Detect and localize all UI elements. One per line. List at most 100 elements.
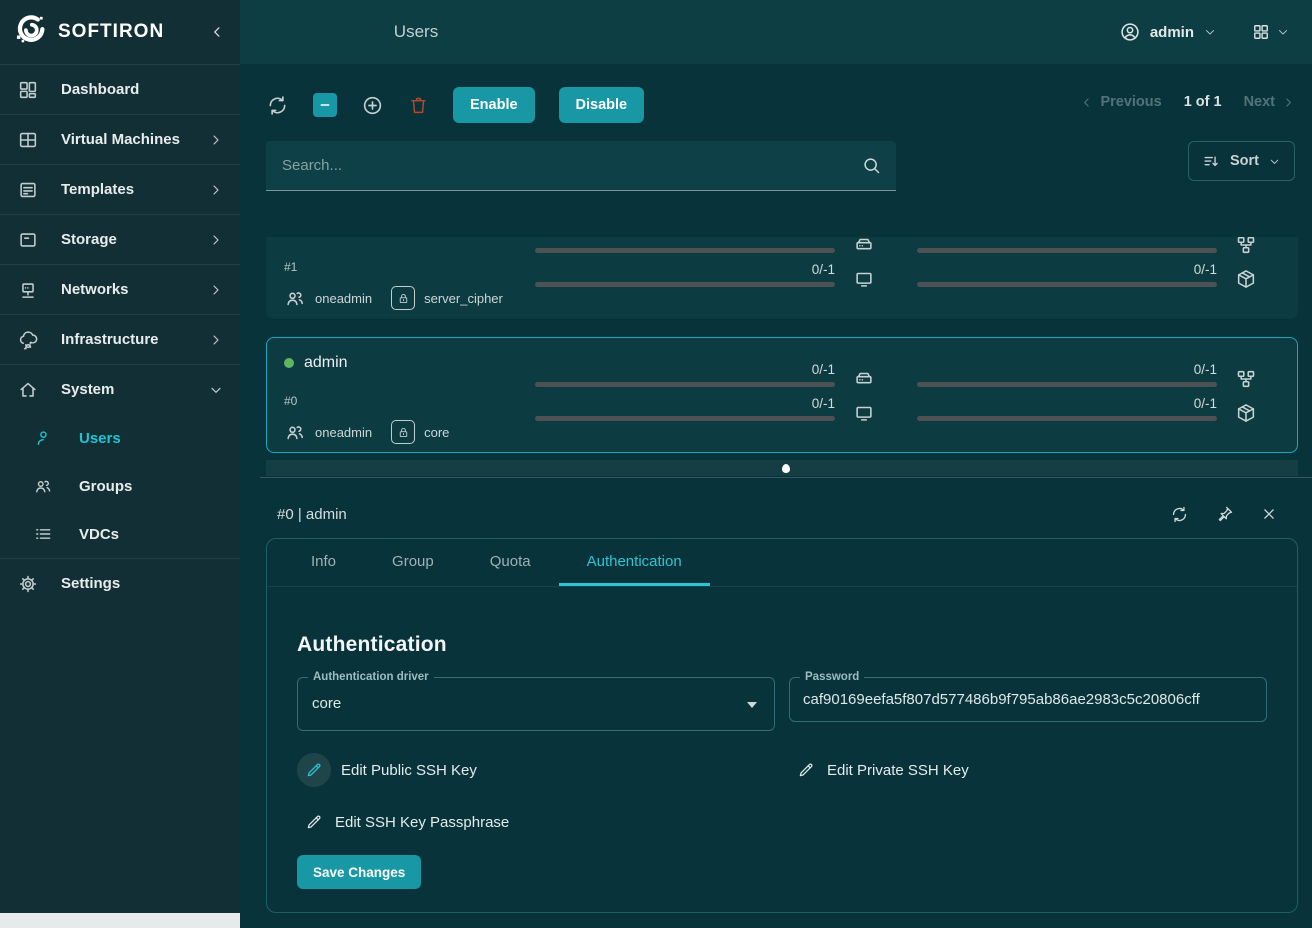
toolbar: Enable Disable — [266, 87, 644, 123]
sidebar-item-vdcs[interactable]: VDCs — [0, 510, 240, 558]
window-bottom-strip — [0, 913, 240, 928]
quota-bar — [535, 416, 835, 421]
networks-icon — [17, 279, 39, 301]
sidebar-item-label: VDCs — [79, 526, 224, 543]
sidebar-collapse-icon[interactable] — [208, 23, 226, 41]
sidebar-item-label: System — [61, 381, 208, 398]
chevron-down-icon — [1268, 155, 1281, 168]
sort-button[interactable]: Sort — [1188, 141, 1295, 181]
sidebar-item-storage[interactable]: Storage — [0, 215, 240, 264]
sidebar-item-users[interactable]: Users — [0, 414, 240, 462]
deselect-all-checkbox[interactable] — [313, 93, 337, 117]
lock-icon — [391, 286, 415, 310]
vm-monitor-icon — [853, 402, 875, 424]
edit-ssh-key-passphrase-label: Edit SSH Key Passphrase — [335, 814, 509, 831]
user-name: admin — [304, 354, 348, 372]
carousel-scrollbar-track[interactable] — [266, 460, 1298, 476]
tab-authentication[interactable]: Authentication — [559, 539, 710, 586]
search-input[interactable] — [266, 157, 861, 174]
previous-page-button[interactable]: Previous — [1079, 94, 1161, 110]
quota-value: 0/-1 — [917, 262, 1217, 278]
delete-icon[interactable] — [408, 95, 429, 116]
quota-value: 0/-1 — [535, 362, 835, 378]
quota-bar — [917, 382, 1217, 387]
disable-button[interactable]: Disable — [559, 87, 645, 123]
user-menu[interactable]: admin — [1119, 21, 1217, 43]
owner-name: oneadmin — [315, 425, 372, 440]
chevron-down-icon — [1203, 25, 1217, 39]
sidebar-item-networks[interactable]: Networks — [0, 265, 240, 314]
enable-button[interactable]: Enable — [453, 87, 535, 123]
edit-public-ssh-key-button[interactable]: Edit Public SSH Key — [297, 753, 775, 787]
quota-bar — [535, 248, 835, 253]
sidebar-item-label: Virtual Machines — [61, 131, 208, 148]
quota-bar — [535, 282, 835, 287]
group-icon — [284, 287, 306, 309]
user-card-1[interactable]: #1 oneadmin server_cipher 0/-1 — [266, 237, 1298, 319]
card-info: admin #0 oneadmin core — [267, 338, 533, 452]
sidebar-item-label: Storage — [61, 231, 208, 248]
chevron-right-icon — [208, 282, 224, 298]
network-tree-icon — [1235, 368, 1257, 390]
sidebar-item-templates[interactable]: Templates — [0, 165, 240, 214]
sidebar-item-label: Networks — [61, 281, 208, 298]
password-input[interactable] — [790, 678, 1266, 721]
chevron-right-icon — [208, 232, 224, 248]
users-group-icon — [33, 476, 53, 496]
tab-info[interactable]: Info — [283, 539, 364, 586]
user-id: #1 — [284, 260, 533, 274]
user-card-0[interactable]: admin #0 oneadmin core 0/-1 — [266, 337, 1298, 453]
pencil-icon — [297, 753, 331, 787]
quota-value: 0/-1 — [535, 262, 835, 278]
refresh-icon[interactable] — [1170, 505, 1189, 524]
save-changes-button[interactable]: Save Changes — [297, 855, 421, 889]
edit-ssh-key-passphrase-button[interactable]: Edit SSH Key Passphrase — [297, 805, 1267, 839]
add-user-icon[interactable] — [361, 94, 384, 117]
tab-quota[interactable]: Quota — [462, 539, 559, 586]
sidebar-item-virtual-machines[interactable]: Virtual Machines — [0, 115, 240, 164]
sidebar-item-dashboard[interactable]: Dashboard — [0, 65, 240, 114]
quota-bar — [917, 416, 1217, 421]
section-title: Authentication — [297, 633, 1267, 657]
detail-panel: Info Group Quota Authentication Authenti… — [266, 538, 1298, 913]
status-dot — [284, 358, 294, 368]
sidebar-item-settings[interactable]: Settings — [0, 559, 240, 608]
sidebar-item-groups[interactable]: Groups — [0, 462, 240, 510]
pencil-icon — [797, 761, 815, 779]
sidebar-item-system[interactable]: System — [0, 365, 240, 414]
network-tree-icon — [1235, 237, 1257, 256]
sort-label: Sort — [1230, 153, 1259, 169]
apps-grid-icon — [1251, 22, 1271, 42]
sidebar-item-infrastructure[interactable]: Infrastructure — [0, 315, 240, 364]
detail-title: #0 | admin — [266, 506, 1170, 523]
tab-group[interactable]: Group — [364, 539, 462, 586]
infrastructure-icon — [17, 329, 39, 351]
pencil-icon — [305, 813, 323, 831]
lock-icon — [391, 420, 415, 444]
quota-bar — [917, 248, 1217, 253]
detail-header: #0 | admin — [266, 490, 1298, 538]
quota-metrics: 0/-1 0/-1 0/-1 — [533, 338, 1297, 452]
carousel-dot[interactable] — [782, 464, 790, 473]
edit-private-ssh-key-button[interactable]: Edit Private SSH Key — [789, 753, 1267, 787]
next-label: Next — [1244, 94, 1275, 110]
logo-row: SOFTIRON — [0, 0, 240, 64]
auth-driver-select[interactable]: Authentication driver core — [297, 677, 775, 731]
user-circle-icon — [1119, 21, 1141, 43]
topbar: Users admin — [240, 0, 1312, 64]
apps-menu[interactable] — [1251, 22, 1290, 42]
vm-monitor-icon — [853, 268, 875, 290]
owner-name: oneadmin — [315, 291, 372, 306]
datastore-icon — [853, 237, 875, 256]
home-icon — [17, 379, 39, 401]
sidebar-item-label: Groups — [79, 478, 224, 495]
next-page-button[interactable]: Next — [1244, 94, 1296, 110]
sidebar-item-label: Users — [79, 430, 224, 447]
chevron-down-icon — [1276, 25, 1290, 39]
quota-value: 0/-1 — [917, 396, 1217, 412]
logo-text: SOFTIRON — [58, 21, 208, 43]
refresh-icon[interactable] — [266, 94, 289, 117]
close-icon[interactable] — [1260, 505, 1278, 523]
pin-icon[interactable] — [1215, 505, 1234, 524]
search-icon[interactable] — [861, 155, 882, 176]
